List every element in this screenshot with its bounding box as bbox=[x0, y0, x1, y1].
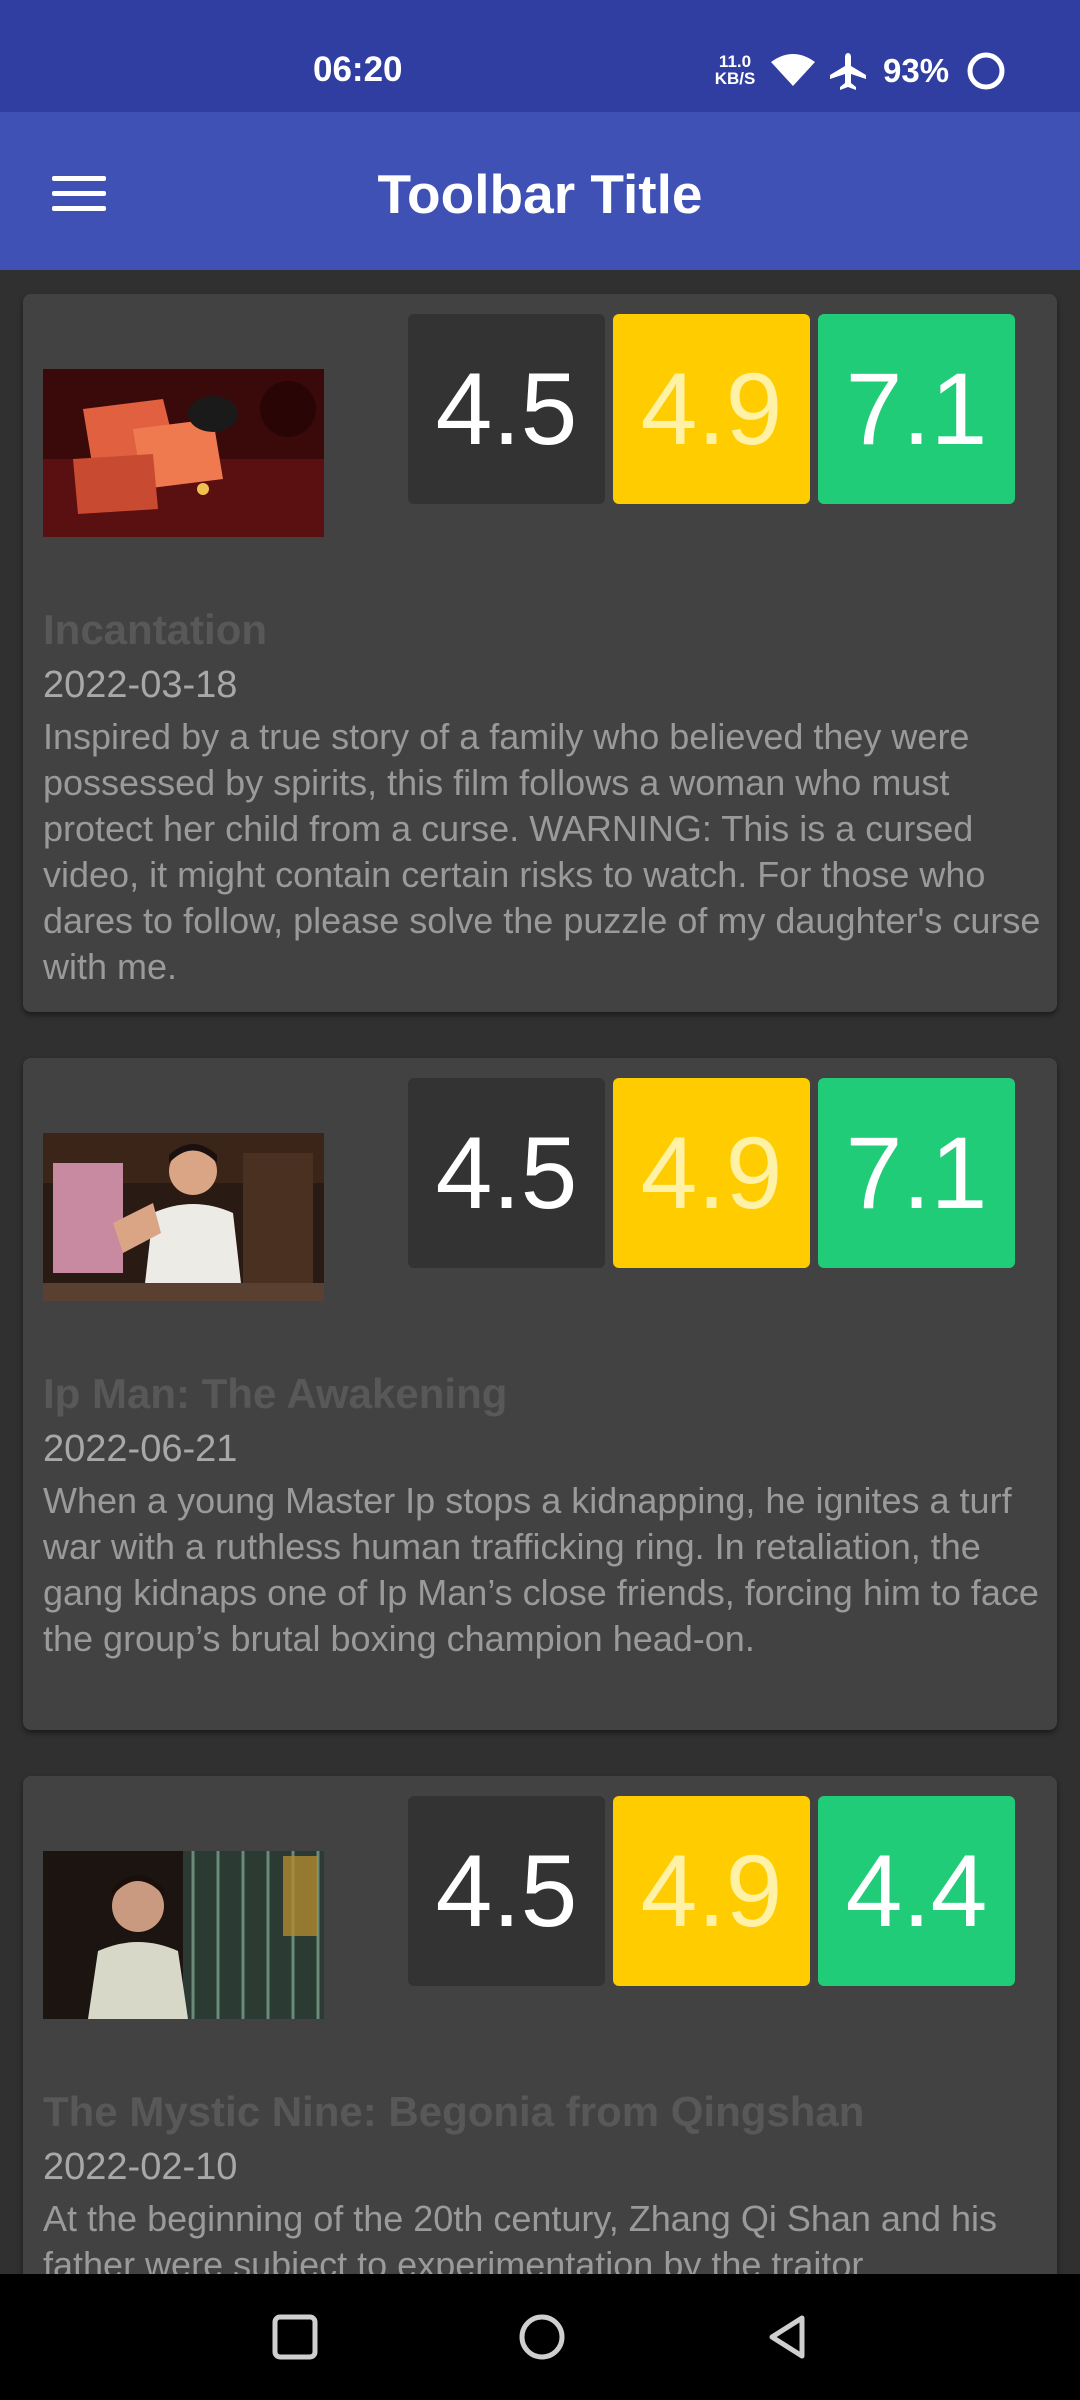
score-box-3: 7.1 bbox=[818, 1078, 1015, 1268]
poster-image bbox=[43, 1851, 324, 2019]
score-box-2: 4.9 bbox=[613, 1796, 810, 1986]
movie-title: The Mystic Nine: Begonia from Qingshan bbox=[43, 2088, 865, 2135]
poster-image bbox=[43, 369, 324, 537]
movie-overview: At the beginning of the 20th century, Zh… bbox=[43, 2198, 997, 2274]
navigation-bar bbox=[0, 2274, 1080, 2400]
movie-overview: When a young Master Ip stops a kidnappin… bbox=[43, 1480, 1039, 1659]
score-box-1: 4.5 bbox=[408, 1796, 605, 1986]
wifi-icon bbox=[771, 54, 816, 88]
score-box-1: 4.5 bbox=[408, 314, 605, 504]
toolbar-title: Toolbar Title bbox=[377, 163, 703, 225]
release-date: 2022-02-10 bbox=[43, 2146, 238, 2188]
toolbar: Toolbar Title bbox=[0, 112, 1080, 270]
status-time: 06:20 bbox=[313, 50, 403, 89]
movie-title: Incantation bbox=[43, 606, 268, 653]
score-box-2: 4.9 bbox=[613, 1078, 810, 1268]
movie-card[interactable]: 4.5 4.9 7.1 Ip Man: The Awakening 2022-0… bbox=[23, 1058, 1057, 1730]
recents-square-icon[interactable] bbox=[270, 2312, 320, 2362]
movie-card[interactable]: 4.5 4.9 4.4 The Mystic Nine: Begonia fro… bbox=[23, 1776, 1057, 2274]
status-bar: 06:20 11.0 KB/S 93% bbox=[0, 0, 1080, 112]
movie-card[interactable]: 4.5 4.9 7.1 Incantation 2022-03-18 Inspi… bbox=[23, 294, 1057, 1012]
score-box-3: 4.4 bbox=[818, 1796, 1015, 1986]
movie-title: Ip Man: The Awakening bbox=[43, 1370, 508, 1417]
release-date: 2022-06-21 bbox=[43, 1428, 238, 1470]
release-date: 2022-03-18 bbox=[43, 664, 238, 706]
score-box-1: 4.5 bbox=[408, 1078, 605, 1268]
score-box-2: 4.9 bbox=[613, 314, 810, 504]
score-box-3: 7.1 bbox=[818, 314, 1015, 504]
movie-list[interactable]: 4.5 4.9 7.1 Incantation 2022-03-18 Inspi… bbox=[0, 270, 1080, 2274]
battery-percent: 93% bbox=[883, 52, 950, 89]
network-speed: 11.0 KB/S bbox=[714, 52, 756, 88]
back-triangle-icon[interactable] bbox=[762, 2312, 812, 2362]
poster-image bbox=[43, 1133, 324, 1301]
airplane-icon bbox=[830, 53, 866, 90]
battery-ring-icon bbox=[967, 52, 1005, 90]
home-circle-icon[interactable] bbox=[517, 2312, 567, 2362]
movie-overview: Inspired by a true story of a family who… bbox=[43, 716, 1041, 987]
